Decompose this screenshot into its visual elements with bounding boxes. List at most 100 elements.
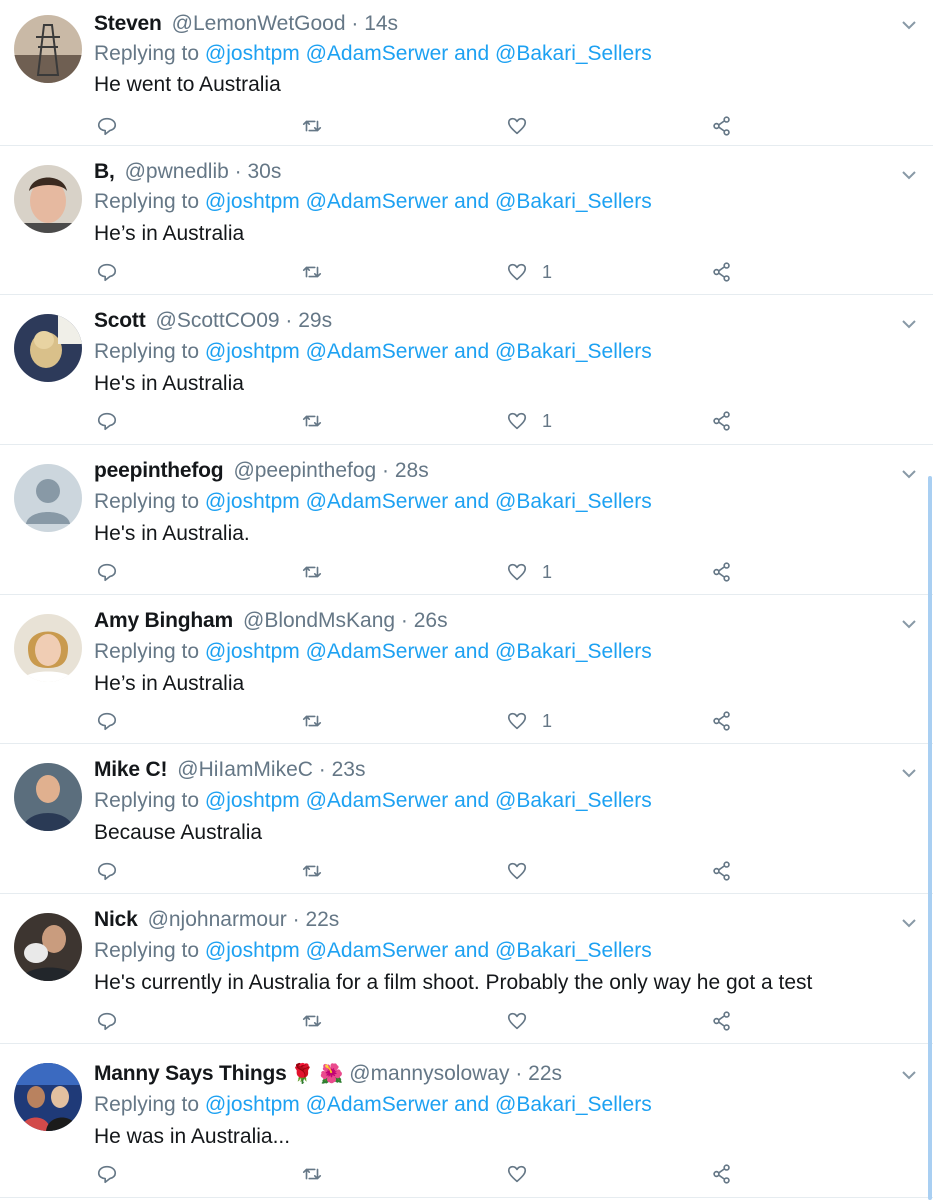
retweet-button[interactable] bbox=[301, 857, 323, 885]
display-name[interactable]: Mike C! bbox=[94, 758, 167, 781]
chevron-down-icon[interactable] bbox=[900, 18, 918, 32]
reply-button[interactable] bbox=[96, 1007, 118, 1035]
mention-link[interactable]: @joshtpm @AdamSerwer bbox=[205, 939, 448, 962]
tweet[interactable]: Scott @ScottCO09 · 29s Replying to @josht… bbox=[0, 295, 933, 445]
display-name[interactable]: peepinthefog bbox=[94, 459, 224, 482]
scrollbar[interactable] bbox=[928, 476, 932, 1200]
user-handle[interactable]: @BlondMsKang bbox=[243, 609, 395, 632]
mention-link[interactable]: @Bakari_Sellers bbox=[495, 789, 652, 812]
display-name[interactable]: Steven bbox=[94, 12, 162, 35]
user-handle[interactable]: @ScottCO09 bbox=[156, 309, 280, 332]
user-handle[interactable]: @pwnedlib bbox=[125, 160, 229, 183]
display-name[interactable]: B, bbox=[94, 160, 115, 183]
timestamp[interactable]: · 23s bbox=[319, 758, 366, 781]
tweet[interactable]: Steven @LemonWetGood · 14s Replying to @j… bbox=[0, 0, 933, 146]
tweet[interactable]: Mike C! @HiIamMikeC · 23s Replying to @jo… bbox=[0, 744, 933, 894]
mention-link[interactable]: @Bakari_Sellers bbox=[495, 340, 652, 363]
user-handle[interactable]: @LemonWetGood bbox=[172, 12, 346, 35]
share-button[interactable] bbox=[711, 112, 733, 140]
like-button[interactable]: 1 bbox=[506, 558, 552, 586]
tweet[interactable]: peepinthefog @peepinthefog · 28s Replying… bbox=[0, 445, 933, 595]
tweet[interactable]: Nick @njohnarmour · 22s Replying to @josh… bbox=[0, 894, 933, 1044]
share-button[interactable] bbox=[711, 707, 733, 735]
user-handle[interactable]: @peepinthefog bbox=[233, 459, 376, 482]
reply-button[interactable] bbox=[96, 558, 118, 586]
retweet-button[interactable] bbox=[301, 258, 323, 286]
share-button[interactable] bbox=[711, 857, 733, 885]
like-button[interactable]: 1 bbox=[506, 707, 552, 735]
tweet[interactable]: B, @pwnedlib · 30s Replying to @joshtpm @… bbox=[0, 146, 933, 295]
user-handle[interactable]: @njohnarmour bbox=[148, 908, 287, 931]
display-name[interactable]: Nick bbox=[94, 908, 138, 931]
timestamp[interactable]: · 14s bbox=[351, 12, 398, 35]
avatar[interactable] bbox=[14, 1063, 82, 1131]
share-button[interactable] bbox=[711, 258, 733, 286]
mention-link[interactable]: @Bakari_Sellers bbox=[495, 490, 652, 513]
chevron-down-icon[interactable] bbox=[900, 766, 918, 780]
share-icon bbox=[713, 411, 730, 431]
reply-button[interactable] bbox=[96, 407, 118, 435]
mention-link[interactable]: @joshtpm @AdamSerwer bbox=[205, 42, 448, 65]
mention-link[interactable]: @Bakari_Sellers bbox=[495, 1093, 652, 1116]
timestamp[interactable]: · 29s bbox=[285, 309, 332, 332]
mention-link[interactable]: @joshtpm @AdamSerwer bbox=[205, 340, 448, 363]
mention-link[interactable]: @joshtpm @AdamSerwer bbox=[205, 490, 448, 513]
chevron-down-icon[interactable] bbox=[900, 168, 918, 182]
tweet[interactable]: Manny Says Things 🌹 🌺 @mannysoloway · 22s … bbox=[0, 1044, 933, 1198]
timestamp[interactable]: · 22s bbox=[515, 1062, 562, 1085]
mention-link[interactable]: @joshtpm @AdamSerwer bbox=[205, 1093, 448, 1116]
like-button[interactable] bbox=[506, 1007, 542, 1035]
chevron-down-icon[interactable] bbox=[900, 617, 918, 631]
share-button[interactable] bbox=[711, 407, 733, 435]
avatar[interactable] bbox=[14, 314, 82, 382]
avatar[interactable] bbox=[14, 913, 82, 981]
share-button[interactable] bbox=[711, 1007, 733, 1035]
retweet-button[interactable] bbox=[301, 407, 323, 435]
retweet-button[interactable] bbox=[301, 707, 323, 735]
like-button[interactable]: 1 bbox=[506, 407, 552, 435]
reply-button[interactable] bbox=[96, 857, 118, 885]
user-handle[interactable]: @mannysoloway bbox=[349, 1062, 509, 1085]
chevron-down-icon[interactable] bbox=[900, 916, 918, 930]
mention-link[interactable]: @Bakari_Sellers bbox=[495, 190, 652, 213]
timestamp[interactable]: · 30s bbox=[235, 160, 282, 183]
mention-link[interactable]: @Bakari_Sellers bbox=[495, 42, 652, 65]
like-button[interactable] bbox=[506, 1160, 542, 1188]
chevron-down-icon[interactable] bbox=[900, 317, 918, 331]
avatar[interactable] bbox=[14, 464, 82, 532]
mention-link[interactable]: @joshtpm @AdamSerwer bbox=[205, 789, 448, 812]
tweet[interactable]: Amy Bingham @BlondMsKang · 26s Replying t… bbox=[0, 595, 933, 744]
like-button[interactable]: 1 bbox=[506, 258, 552, 286]
chevron-down-icon[interactable] bbox=[900, 1068, 918, 1082]
display-name[interactable]: Scott bbox=[94, 309, 146, 332]
reply-button[interactable] bbox=[96, 1160, 118, 1188]
timestamp[interactable]: · 26s bbox=[401, 609, 448, 632]
display-name[interactable]: Manny Says Things bbox=[94, 1062, 287, 1085]
user-handle[interactable]: @HiIamMikeC bbox=[177, 758, 313, 781]
retweet-icon bbox=[302, 1015, 322, 1027]
share-button[interactable] bbox=[711, 1160, 733, 1188]
share-button[interactable] bbox=[711, 558, 733, 586]
retweet-button[interactable] bbox=[301, 112, 323, 140]
retweet-button[interactable] bbox=[301, 1007, 323, 1035]
retweet-button[interactable] bbox=[301, 1160, 323, 1188]
retweet-button[interactable] bbox=[301, 558, 323, 586]
timestamp[interactable]: · 22s bbox=[293, 908, 340, 931]
avatar[interactable] bbox=[14, 165, 82, 233]
like-button[interactable] bbox=[506, 857, 542, 885]
mention-link[interactable]: @joshtpm @AdamSerwer bbox=[205, 190, 448, 213]
avatar[interactable] bbox=[14, 15, 82, 83]
display-name[interactable]: Amy Bingham bbox=[94, 609, 233, 632]
reply-button[interactable] bbox=[96, 707, 118, 735]
reply-button[interactable] bbox=[96, 112, 118, 140]
avatar[interactable] bbox=[14, 763, 82, 831]
reply-button[interactable] bbox=[96, 258, 118, 286]
avatar-image bbox=[14, 763, 82, 831]
mention-link[interactable]: @Bakari_Sellers bbox=[495, 640, 652, 663]
like-button[interactable] bbox=[506, 112, 542, 140]
avatar[interactable] bbox=[14, 614, 82, 682]
mention-link[interactable]: @Bakari_Sellers bbox=[495, 939, 652, 962]
mention-link[interactable]: @joshtpm @AdamSerwer bbox=[205, 640, 448, 663]
timestamp[interactable]: · 28s bbox=[382, 459, 429, 482]
chevron-down-icon[interactable] bbox=[900, 467, 918, 481]
